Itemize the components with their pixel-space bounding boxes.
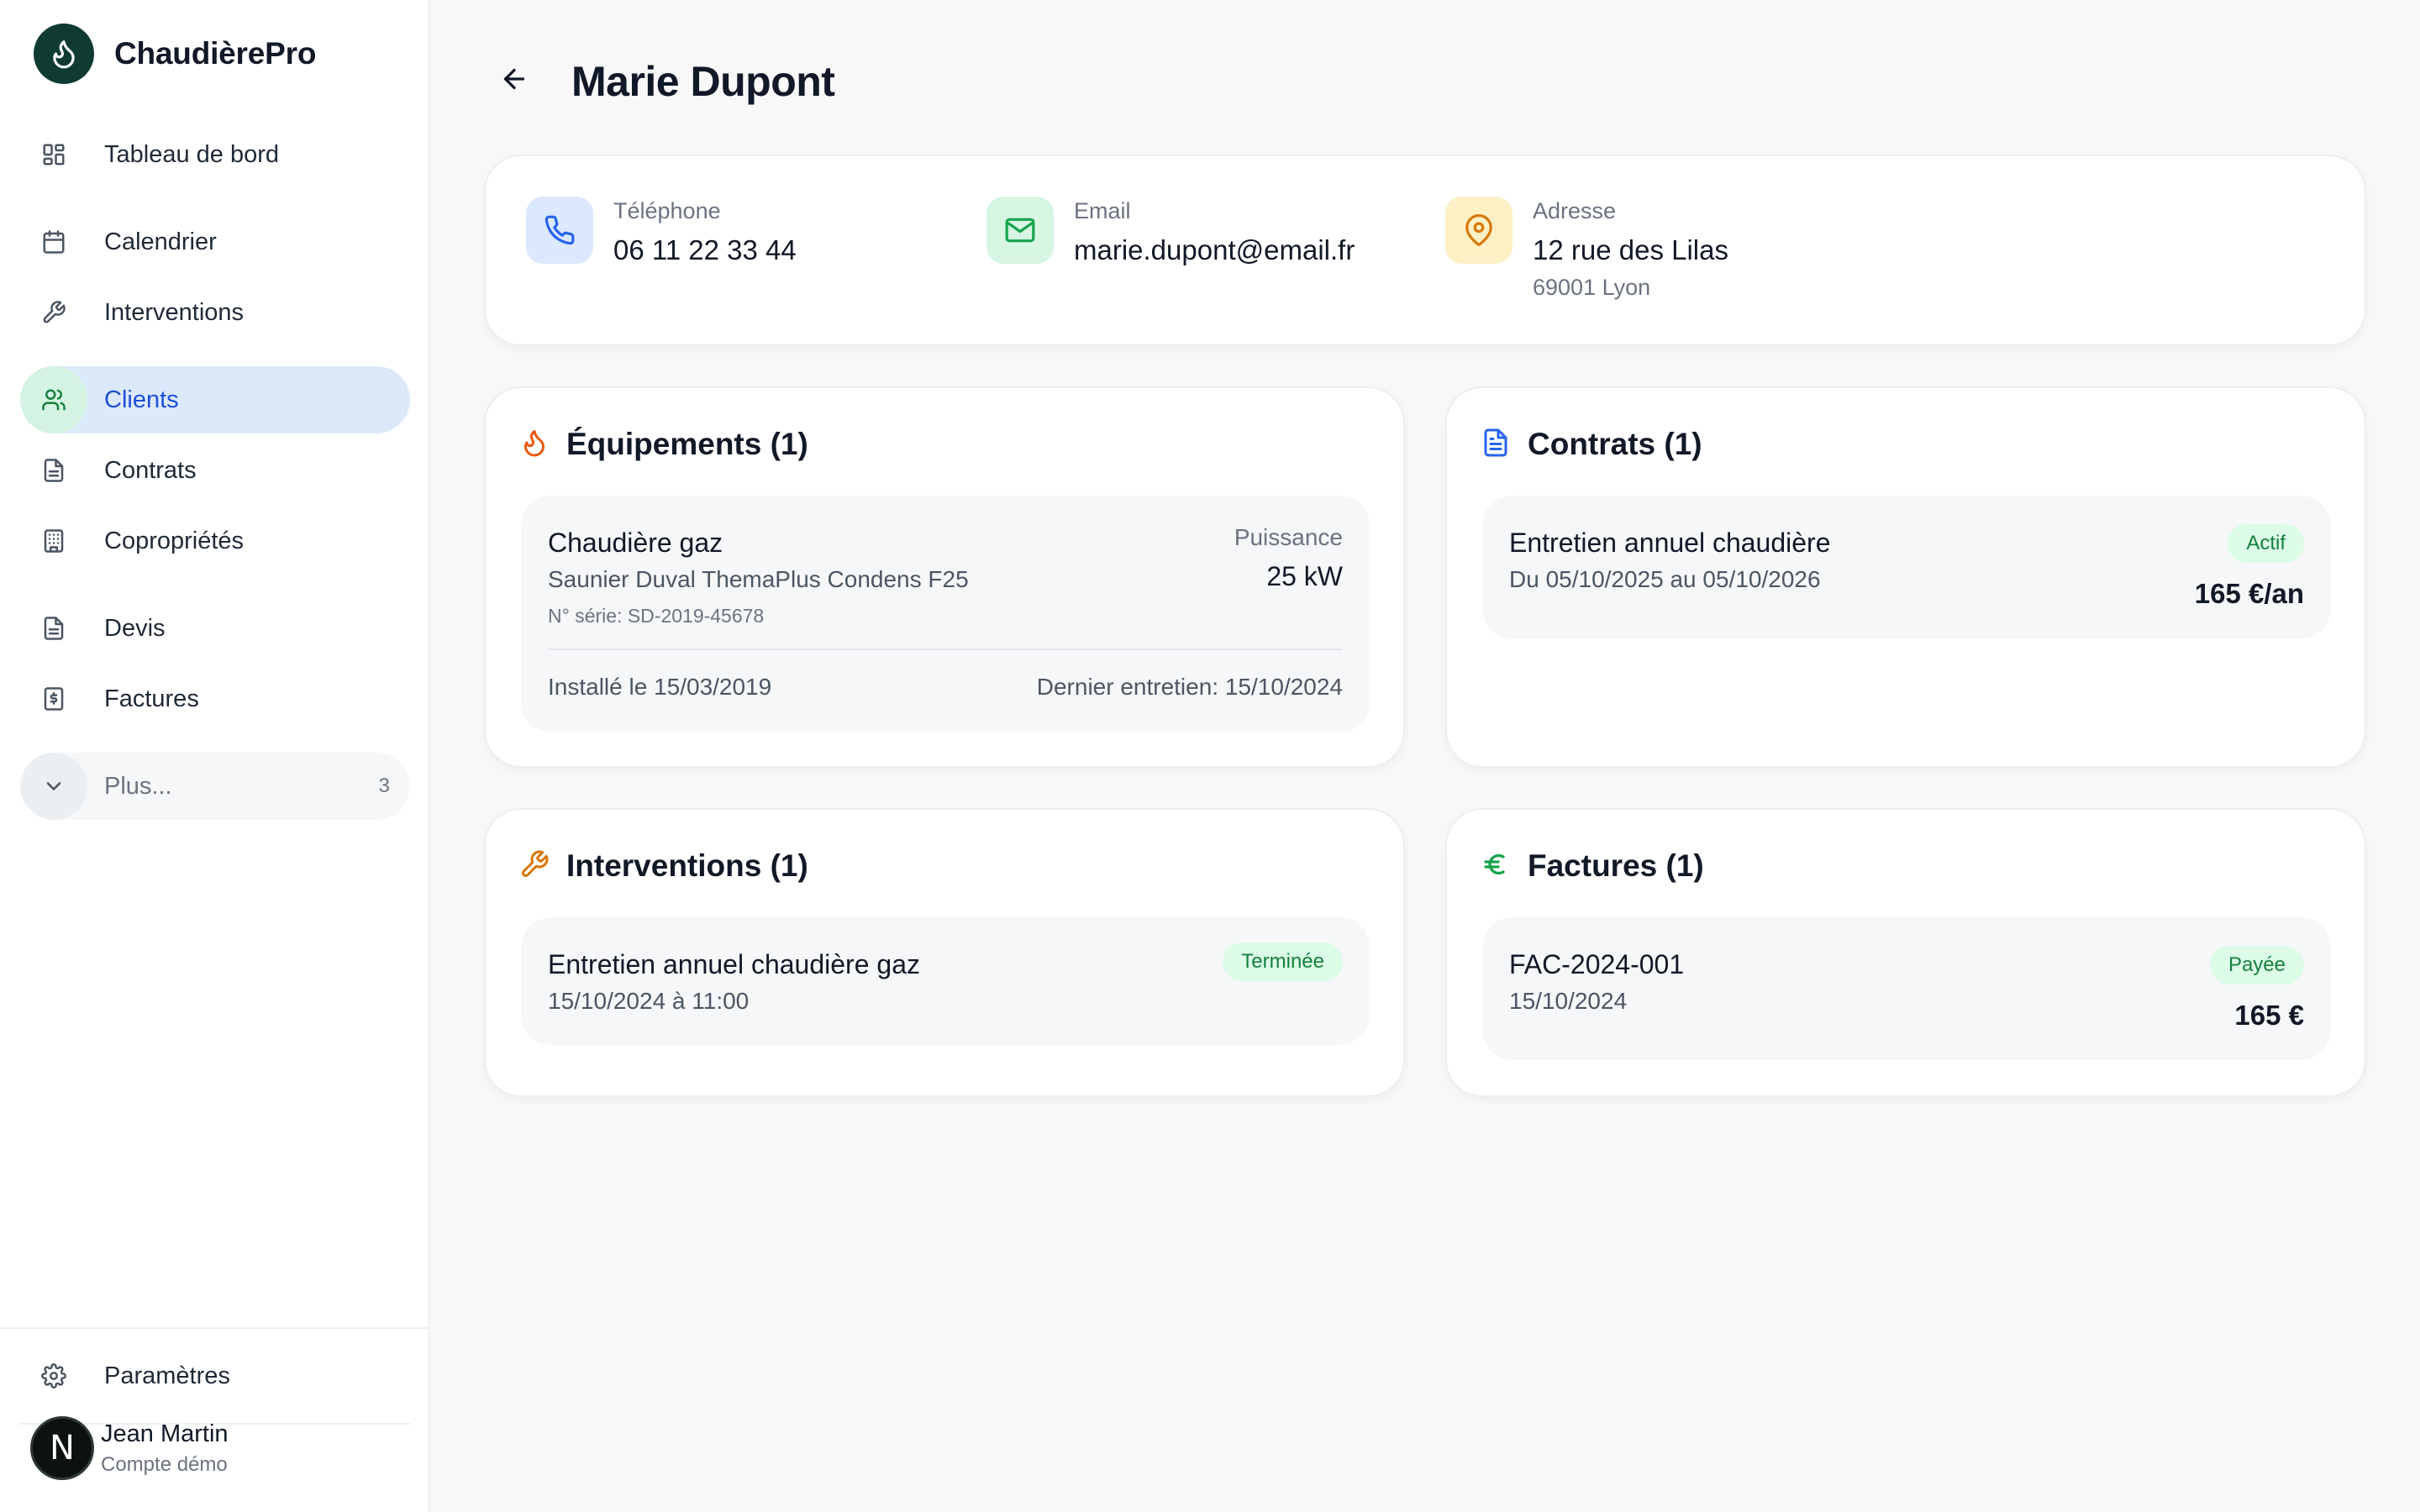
- contact-address[interactable]: Adresse 12 rue des Lilas 69001 Lyon: [1445, 197, 1728, 301]
- sidebar-item-label: Calendrier: [104, 228, 217, 255]
- factures-header: Factures (1): [1481, 848, 1704, 884]
- email-value: marie.dupont@email.fr: [1074, 234, 1355, 265]
- equipment-serial: N° série: SD-2019-45678: [548, 605, 765, 627]
- equipements-title: Équipements (1): [566, 427, 808, 461]
- user-name: Jean Martin: [101, 1420, 229, 1447]
- phone-value: 06 11 22 33 44: [613, 234, 797, 265]
- mail-icon: [986, 197, 1054, 264]
- interventions-title: Interventions (1): [566, 848, 808, 883]
- sidebar-item-factures[interactable]: Factures: [20, 665, 410, 732]
- avatar: N: [30, 1416, 94, 1480]
- contract-price: 165 €/an: [2194, 578, 2304, 609]
- contrats-header: Contrats (1): [1481, 427, 1702, 462]
- contract-item[interactable]: Entretien annuel chaudière Du 05/10/2025…: [1482, 496, 2331, 638]
- contact-email[interactable]: Email marie.dupont@email.fr: [986, 197, 1355, 266]
- user-subtitle: Compte démo: [101, 1452, 228, 1476]
- euro-icon: [1481, 849, 1511, 884]
- power-value: 25 kW: [1266, 561, 1343, 591]
- factures-title: Factures (1): [1528, 848, 1704, 883]
- brand[interactable]: ChaudièrePro: [34, 24, 316, 84]
- document-icon: [20, 437, 87, 504]
- intervention-datetime: 15/10/2024 à 11:00: [548, 988, 750, 1014]
- contrats-card: Contrats (1) Entretien annuel chaudière …: [1445, 386, 2366, 768]
- intervention-name: Entretien annuel chaudière gaz: [548, 949, 920, 979]
- divider: [548, 648, 1343, 650]
- power-label: Puissance: [1234, 524, 1343, 550]
- dashboard-icon: [20, 121, 87, 188]
- intervention-item[interactable]: Entretien annuel chaudière gaz 15/10/202…: [521, 917, 1370, 1045]
- status-badge: Actif: [2228, 524, 2304, 563]
- equipements-card: Équipements (1) Chaudière gaz Saunier Du…: [484, 386, 1405, 768]
- sidebar-more-label: Plus...: [104, 772, 172, 800]
- invoice-item[interactable]: FAC-2024-001 15/10/2024 Payée 165 €: [1482, 917, 2331, 1060]
- back-button[interactable]: [491, 57, 538, 104]
- page-title: Marie Dupont: [571, 58, 835, 105]
- sidebar-item-label: Interventions: [104, 298, 245, 326]
- app-name: ChaudièrePro: [114, 36, 317, 71]
- sidebar-item-interventions[interactable]: Interventions: [20, 279, 410, 346]
- calendar-icon: [20, 208, 87, 276]
- address-line2: 69001 Lyon: [1533, 275, 1651, 300]
- contract-name: Entretien annuel chaudière: [1509, 528, 1831, 558]
- divider: [0, 1327, 429, 1329]
- email-label: Email: [1074, 198, 1131, 223]
- phone-icon: [526, 197, 593, 264]
- sidebar-item-tableau-de-bord[interactable]: Tableau de bord: [20, 121, 410, 188]
- interventions-card: Interventions (1) Entretien annuel chaud…: [484, 808, 1405, 1097]
- sidebar-item-coproprietes[interactable]: Copropriétés: [20, 507, 410, 575]
- sidebar: ChaudièrePro Tableau de bord Calendrier …: [0, 0, 430, 1512]
- factures-card: Factures (1) FAC-2024-001 15/10/2024 Pay…: [1445, 808, 2366, 1097]
- sidebar-item-label: Devis: [104, 614, 166, 642]
- invoice-number: FAC-2024-001: [1509, 949, 1685, 979]
- sidebar-item-label: Clients: [104, 386, 179, 413]
- sidebar-item-parametres[interactable]: Paramètres: [20, 1342, 410, 1410]
- status-badge: Terminée: [1223, 942, 1343, 981]
- equipements-header: Équipements (1): [519, 427, 808, 462]
- users-icon: [20, 366, 87, 433]
- contrats-title: Contrats (1): [1528, 427, 1702, 461]
- contact-card: Téléphone 06 11 22 33 44 Email marie.dup…: [484, 155, 2366, 346]
- status-badge: Payée: [2209, 946, 2304, 984]
- sidebar-item-devis[interactable]: Devis: [20, 595, 410, 662]
- equipment-name: Chaudière gaz: [548, 528, 723, 558]
- document-icon: [20, 595, 87, 662]
- sidebar-item-calendrier[interactable]: Calendrier: [20, 208, 410, 276]
- sidebar-item-label: Factures: [104, 685, 199, 712]
- flame-icon: [519, 428, 550, 462]
- user-profile[interactable]: N Jean Martin Compte démo: [30, 1416, 229, 1480]
- invoice-date: 15/10/2024: [1509, 988, 1628, 1014]
- sidebar-item-label: Contrats: [104, 456, 197, 484]
- sidebar-item-label: Paramètres: [104, 1362, 230, 1389]
- document-icon: [1481, 428, 1511, 462]
- contact-phone[interactable]: Téléphone 06 11 22 33 44: [526, 197, 797, 266]
- arrow-left-icon: [499, 64, 529, 98]
- building-icon: [20, 507, 87, 575]
- phone-label: Téléphone: [613, 198, 721, 223]
- sidebar-item-label: Copropriétés: [104, 527, 245, 554]
- last-service-date: Dernier entretien: 15/10/2024: [1036, 674, 1343, 700]
- sidebar-item-label: Tableau de bord: [104, 140, 279, 168]
- chevron-down-icon: [20, 753, 87, 820]
- equipment-model: Saunier Duval ThemaPlus Condens F25: [548, 566, 969, 592]
- address-line1: 12 rue des Lilas: [1533, 234, 1728, 265]
- sidebar-more-button[interactable]: Plus... 3: [20, 753, 410, 820]
- sidebar-item-contrats[interactable]: Contrats: [20, 437, 410, 504]
- equipment-item[interactable]: Chaudière gaz Saunier Duval ThemaPlus Co…: [521, 496, 1370, 732]
- invoice-icon: [20, 665, 87, 732]
- sidebar-item-clients[interactable]: Clients: [20, 366, 410, 433]
- install-date: Installé le 15/03/2019: [548, 674, 772, 700]
- interventions-header: Interventions (1): [519, 848, 808, 884]
- flame-logo-icon: [34, 24, 94, 84]
- invoice-amount: 165 €: [2234, 1000, 2304, 1031]
- gear-icon: [20, 1342, 87, 1410]
- wrench-icon: [20, 279, 87, 346]
- wrench-icon: [519, 849, 550, 884]
- sidebar-more-count: 3: [378, 774, 390, 797]
- map-pin-icon: [1445, 197, 1512, 264]
- contract-period: Du 05/10/2025 au 05/10/2026: [1509, 566, 1821, 592]
- address-label: Adresse: [1533, 198, 1617, 223]
